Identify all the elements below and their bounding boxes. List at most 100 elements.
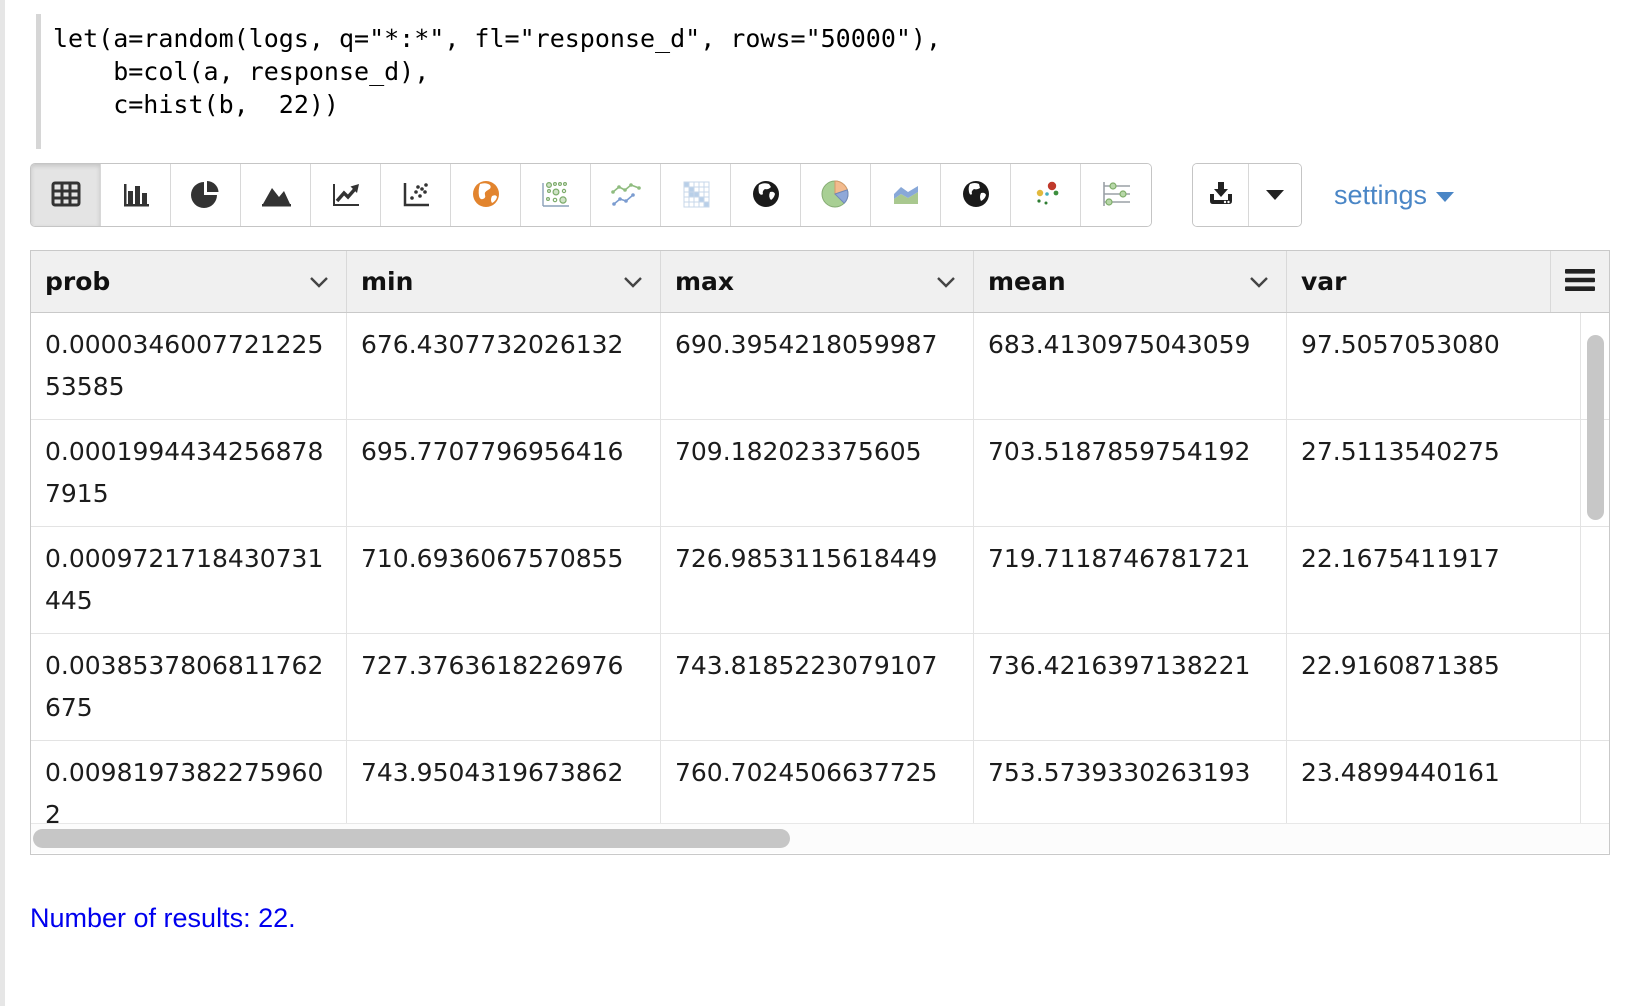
cell-var: 22.9160871385 — [1287, 634, 1581, 740]
settings-dropdown[interactable]: settings — [1334, 163, 1454, 227]
column-header-min[interactable]: min — [347, 251, 661, 312]
cell-var: 22.1675411917 — [1287, 527, 1581, 633]
viz-heatmap-grid-button[interactable] — [661, 164, 731, 226]
table-row: 0.00981973822759602743.9504319673862760.… — [31, 741, 1609, 823]
viz-globe-dark-2-button[interactable] — [941, 164, 1011, 226]
cell-var: 23.4899440161 — [1287, 741, 1581, 823]
cell-prob: 0.0009721718430731445 — [31, 527, 347, 633]
cell-mean: 719.7118746781721 — [974, 527, 1287, 633]
horizontal-scrollbar — [31, 823, 1609, 853]
viz-bubble-matrix-button[interactable] — [521, 164, 591, 226]
settings-label: settings — [1334, 180, 1427, 211]
multi-series-line-icon — [608, 178, 644, 213]
bar-chart-icon — [119, 179, 153, 212]
cell-max: 726.9853115618449 — [661, 527, 974, 633]
cell-prob: 0.00981973822759602 — [31, 741, 347, 823]
cell-min: 676.4307732026132 — [347, 313, 661, 419]
hamburger-menu-icon — [1565, 268, 1595, 296]
code-line: let(a=random(logs, q="*:*", fl="response… — [53, 22, 941, 55]
viz-pie-chart-button[interactable] — [171, 164, 241, 226]
cell-mean: 683.4130975043059 — [974, 313, 1287, 419]
column-header-mean[interactable]: mean — [974, 251, 1287, 312]
cell-min: 727.3763618226976 — [347, 634, 661, 740]
column-label: prob — [45, 267, 110, 296]
cell-max: 743.8185223079107 — [661, 634, 974, 740]
download-icon — [1206, 180, 1236, 211]
download-button[interactable] — [1193, 164, 1248, 226]
column-label: mean — [988, 267, 1066, 296]
table-row: 0.0038537806811762675727.376361822697674… — [31, 634, 1609, 741]
code-editor[interactable]: let(a=random(logs, q="*:*", fl="response… — [36, 14, 941, 149]
visualization-toolbar: settings — [30, 163, 1454, 227]
viz-multi-series-line-button[interactable] — [591, 164, 661, 226]
column-header-prob[interactable]: prob — [31, 251, 347, 312]
chevron-down-icon[interactable] — [622, 275, 644, 289]
viz-range-sliders-button[interactable] — [1081, 164, 1151, 226]
column-label: var — [1301, 267, 1347, 296]
results-count-text: Number of results: 22. — [30, 903, 296, 934]
range-sliders-icon — [1098, 178, 1134, 213]
viz-scatter-plot-button[interactable] — [381, 164, 451, 226]
chevron-down-icon[interactable] — [1248, 275, 1270, 289]
stacked-area-icon — [889, 178, 923, 213]
viz-globe-orange-button[interactable] — [451, 164, 521, 226]
scatter-colored-icon — [1029, 178, 1063, 213]
table-body: 0.000034600772122553585676.4307732026132… — [31, 313, 1609, 823]
chevron-down-icon[interactable] — [935, 275, 957, 289]
table-row: 0.000034600772122553585676.4307732026132… — [31, 313, 1609, 420]
globe-orange-icon — [470, 178, 502, 213]
table-header: prob min max mean var — [31, 251, 1609, 313]
column-header-var[interactable]: var — [1287, 251, 1551, 312]
bubble-matrix-icon — [539, 178, 573, 213]
table-menu-button[interactable] — [1551, 251, 1609, 312]
table-header-row: prob min max mean var — [31, 251, 1551, 312]
table-icon — [49, 179, 83, 212]
cell-min: 710.6936067570855 — [347, 527, 661, 633]
viz-area-chart-button[interactable] — [241, 164, 311, 226]
column-label: max — [675, 267, 734, 296]
cell-max: 690.3954218059987 — [661, 313, 974, 419]
viz-stacked-area-button[interactable] — [871, 164, 941, 226]
cell-prob: 0.0038537806811762675 — [31, 634, 347, 740]
table-row: 0.00019944342568787915695.77077969564167… — [31, 420, 1609, 527]
horizontal-scrollbar-thumb[interactable] — [33, 829, 790, 848]
caret-down-icon — [1266, 190, 1284, 200]
page-left-strip — [0, 0, 5, 1006]
column-header-max[interactable]: max — [661, 251, 974, 312]
cell-max: 760.7024506637725 — [661, 741, 974, 823]
line-chart-icon — [329, 179, 363, 212]
cell-prob: 0.000034600772122553585 — [31, 313, 347, 419]
viz-globe-dark-button[interactable] — [731, 164, 801, 226]
cell-var: 27.5113540275 — [1287, 420, 1581, 526]
cell-var: 97.5057053080 — [1287, 313, 1581, 419]
cell-mean: 753.5739330263193 — [974, 741, 1287, 823]
settings-caret-icon — [1436, 192, 1454, 202]
code-line: c=hist(b, 22)) — [53, 88, 941, 121]
scatter-plot-icon — [399, 179, 433, 212]
pie-colored-icon — [819, 177, 853, 214]
download-button-group — [1192, 163, 1302, 227]
globe-dark-icon — [750, 178, 782, 213]
cell-min: 695.7707796956416 — [347, 420, 661, 526]
cell-min: 743.9504319673862 — [347, 741, 661, 823]
download-options-button[interactable] — [1248, 164, 1301, 226]
viz-table-button[interactable] — [31, 164, 101, 226]
globe-dark-2-icon — [960, 178, 992, 213]
cell-mean: 736.4216397138221 — [974, 634, 1287, 740]
results-table: prob min max mean var 0.00003460077212255358… — [30, 250, 1610, 855]
viz-line-chart-button[interactable] — [311, 164, 381, 226]
chevron-down-icon[interactable] — [308, 275, 330, 289]
viz-pie-colored-button[interactable] — [801, 164, 871, 226]
viz-button-group — [30, 163, 1152, 227]
heatmap-grid-icon — [679, 178, 713, 213]
table-row: 0.0009721718430731445710.693606757085572… — [31, 527, 1609, 634]
code-line: b=col(a, response_d), — [53, 55, 941, 88]
vertical-scrollbar-thumb[interactable] — [1587, 335, 1604, 520]
column-label: min — [361, 267, 413, 296]
area-chart-icon — [259, 179, 293, 212]
viz-scatter-colored-button[interactable] — [1011, 164, 1081, 226]
cell-prob: 0.00019944342568787915 — [31, 420, 347, 526]
pie-chart-icon — [190, 179, 222, 212]
viz-bar-chart-button[interactable] — [101, 164, 171, 226]
cell-max: 709.182023375605 — [661, 420, 974, 526]
